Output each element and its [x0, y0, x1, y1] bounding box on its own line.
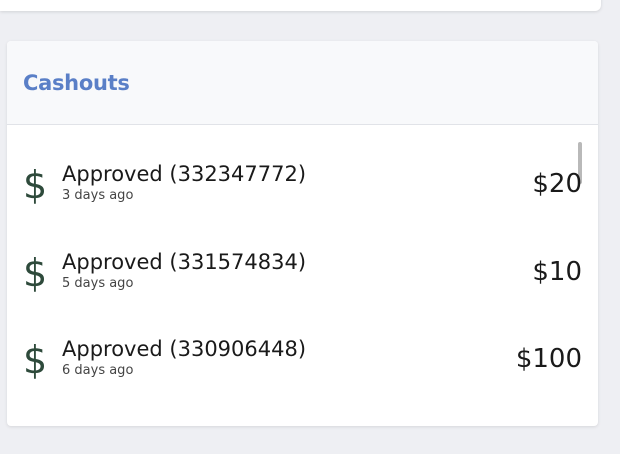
cashouts-title: Cashouts: [23, 70, 130, 95]
cashout-row: $ Approved (331574834) 5 days ago $10: [7, 249, 598, 309]
previous-card: [0, 0, 601, 11]
cashout-amount: $20: [532, 169, 582, 199]
dollar-icon: $: [23, 251, 48, 295]
cashouts-header: Cashouts: [7, 41, 598, 125]
cashout-status: Approved (330906448): [62, 337, 307, 361]
dollar-icon: $: [23, 163, 48, 207]
cashout-time: 3 days ago: [62, 188, 134, 203]
cashouts-list[interactable]: $ Approved (332347772) 3 days ago $20 $ …: [7, 125, 598, 425]
cashout-row: $ Approved (332347772) 3 days ago $20: [7, 161, 598, 221]
cashout-amount: $100: [515, 344, 582, 374]
dollar-icon: $: [23, 338, 48, 382]
cashout-amount: $10: [532, 257, 582, 287]
cashout-time: 5 days ago: [62, 276, 134, 291]
cashouts-card: Cashouts $ Approved (332347772) 3 days a…: [7, 41, 598, 426]
cashout-status: Approved (331574834): [62, 250, 307, 274]
cashout-status: Approved (332347772): [62, 162, 307, 186]
cashout-time: 6 days ago: [62, 363, 134, 378]
cashout-row: $ Approved (330906448) 6 days ago $100: [7, 336, 598, 396]
